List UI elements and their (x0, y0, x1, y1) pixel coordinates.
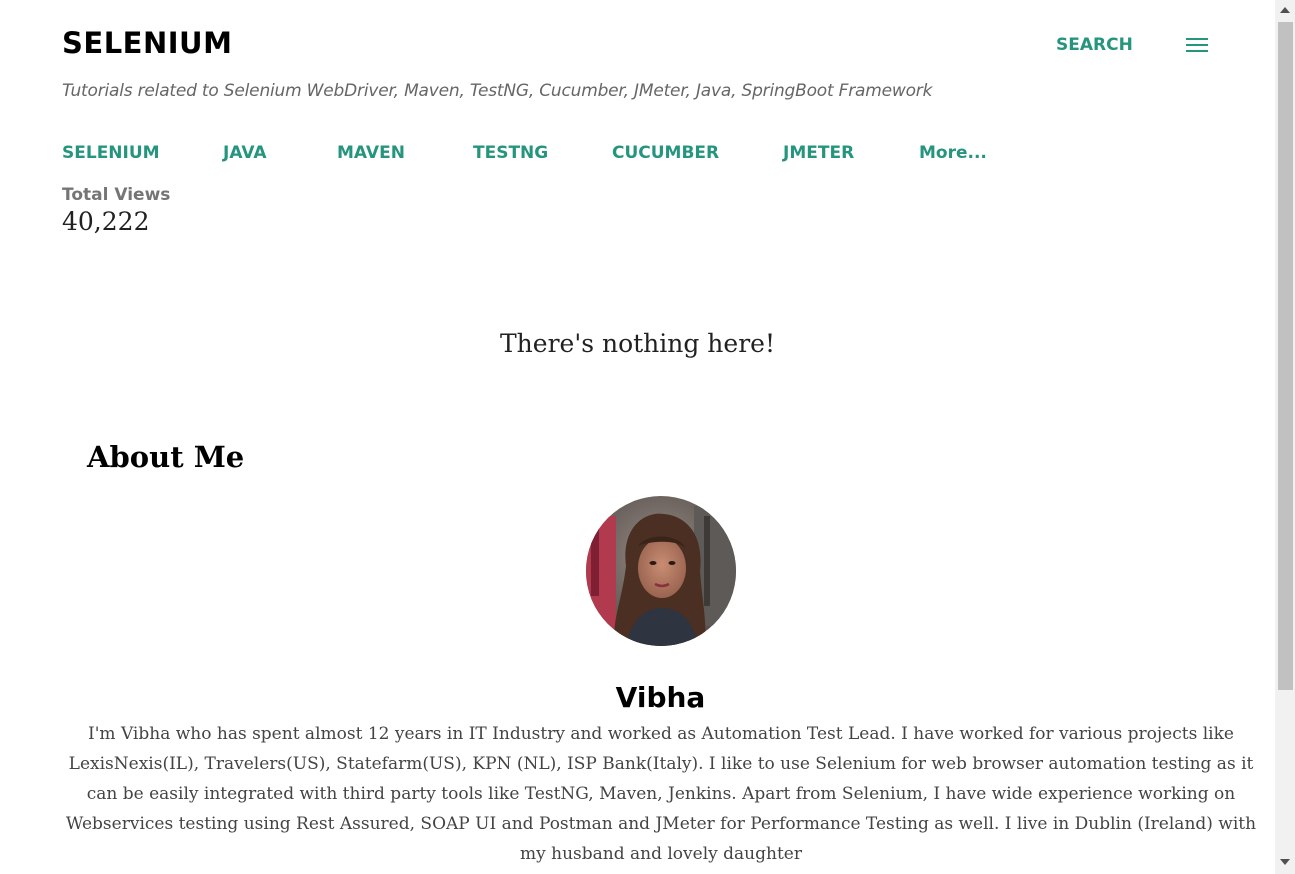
menu-bar (1186, 38, 1208, 40)
scroll-down-arrow-icon[interactable] (1280, 859, 1290, 865)
nav-item-testng[interactable]: TESTNG (473, 143, 548, 163)
scrollbar-thumb[interactable] (1278, 22, 1293, 690)
profile-name[interactable]: Vibha (0, 681, 1295, 714)
profile-avatar[interactable] (586, 496, 736, 646)
blog-title[interactable]: SELENIUM (62, 26, 232, 60)
about-me-heading: About Me (87, 440, 245, 474)
profile-photo (586, 496, 736, 646)
menu-bar (1186, 50, 1208, 52)
nav-item-more[interactable]: More... (919, 143, 987, 163)
main-navigation: SELENIUM JAVA MAVEN TESTNG CUCUMBER JMET… (0, 143, 1100, 167)
empty-posts-message: There's nothing here! (500, 329, 775, 358)
nav-item-maven[interactable]: MAVEN (337, 143, 405, 163)
scroll-up-arrow-icon[interactable] (1280, 7, 1290, 13)
nav-item-jmeter[interactable]: JMETER (783, 143, 854, 163)
nav-item-java[interactable]: JAVA (223, 143, 267, 163)
search-button[interactable]: SEARCH (1056, 35, 1133, 55)
hamburger-menu-icon[interactable] (1185, 36, 1209, 54)
nav-item-selenium[interactable]: SELENIUM (62, 143, 160, 163)
total-views-label: Total Views (62, 185, 171, 205)
blog-tagline: Tutorials related to Selenium WebDriver,… (62, 81, 933, 101)
nav-item-cucumber[interactable]: CUCUMBER (612, 143, 719, 163)
total-views-count: 40,222 (62, 207, 150, 236)
menu-bar (1186, 44, 1208, 46)
blog-page: SELENIUM SEARCH Tutorials related to Sel… (0, 0, 1275, 874)
vertical-scrollbar[interactable] (1275, 0, 1295, 874)
profile-bio: I'm Vibha who has spent almost 12 years … (65, 724, 1257, 864)
